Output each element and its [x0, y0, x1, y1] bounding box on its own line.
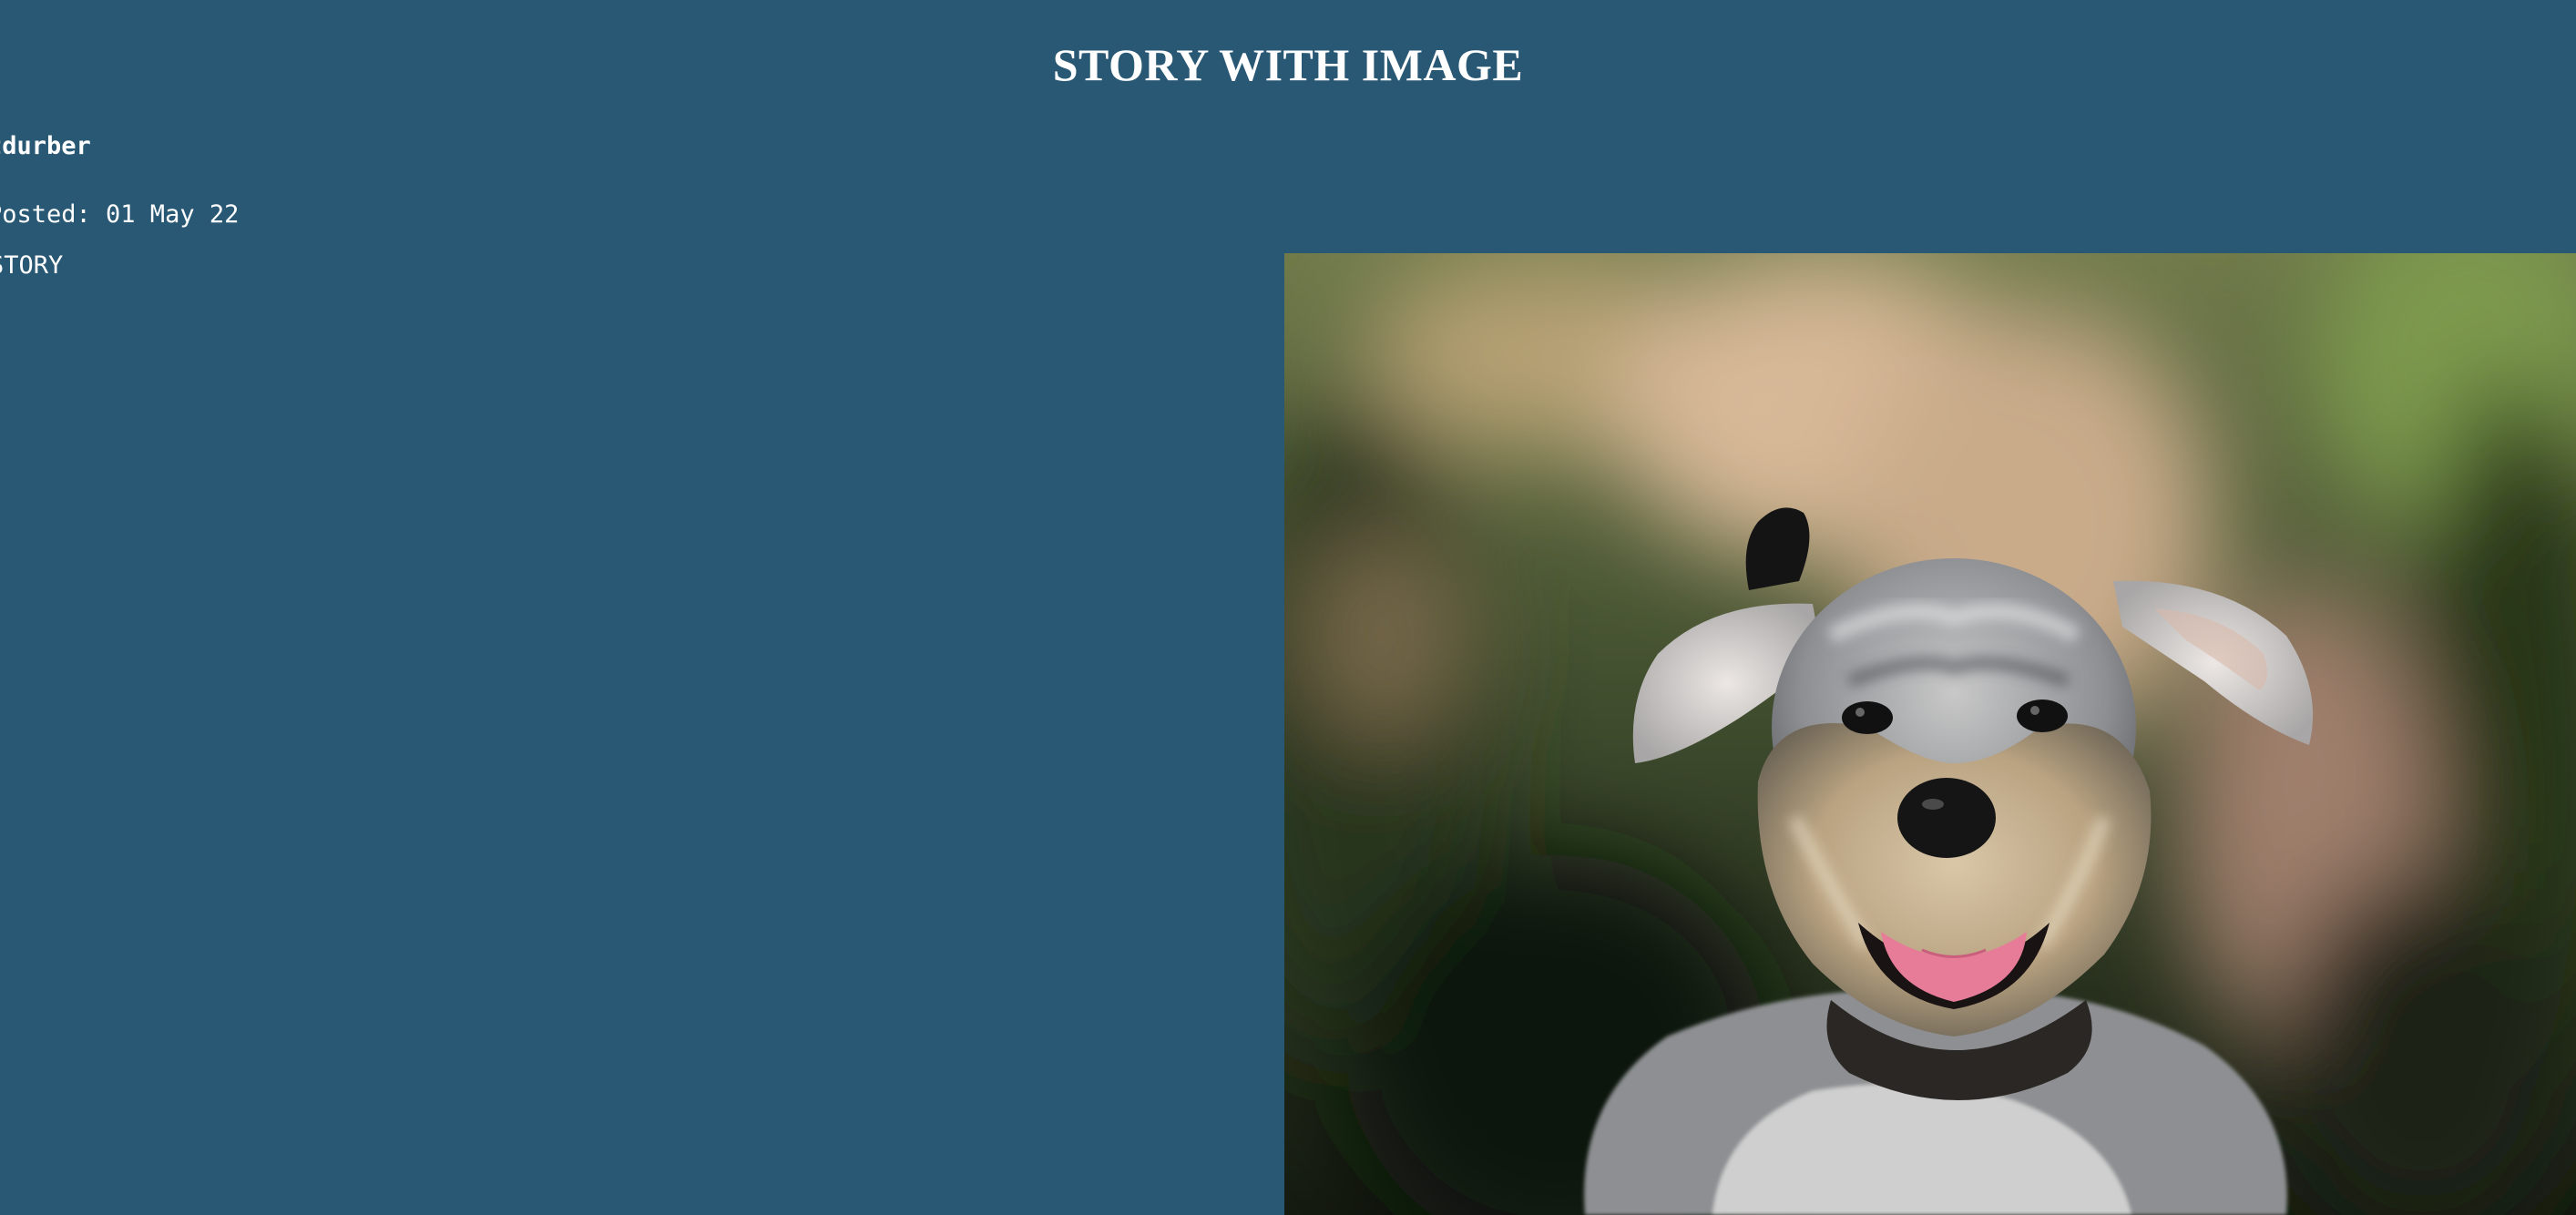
- story-label: STORY: [0, 251, 64, 280]
- page-title: STORY WITH IMAGE: [1052, 39, 1524, 90]
- dog-photo: [1284, 253, 2576, 1215]
- author-name: tdurber: [0, 132, 91, 160]
- story-page: STORY WITH IMAGE tdurber Posted: 01 May …: [0, 0, 2576, 1215]
- posted-date: Posted: 01 May 22: [0, 200, 240, 229]
- story-image: [1284, 253, 2576, 1215]
